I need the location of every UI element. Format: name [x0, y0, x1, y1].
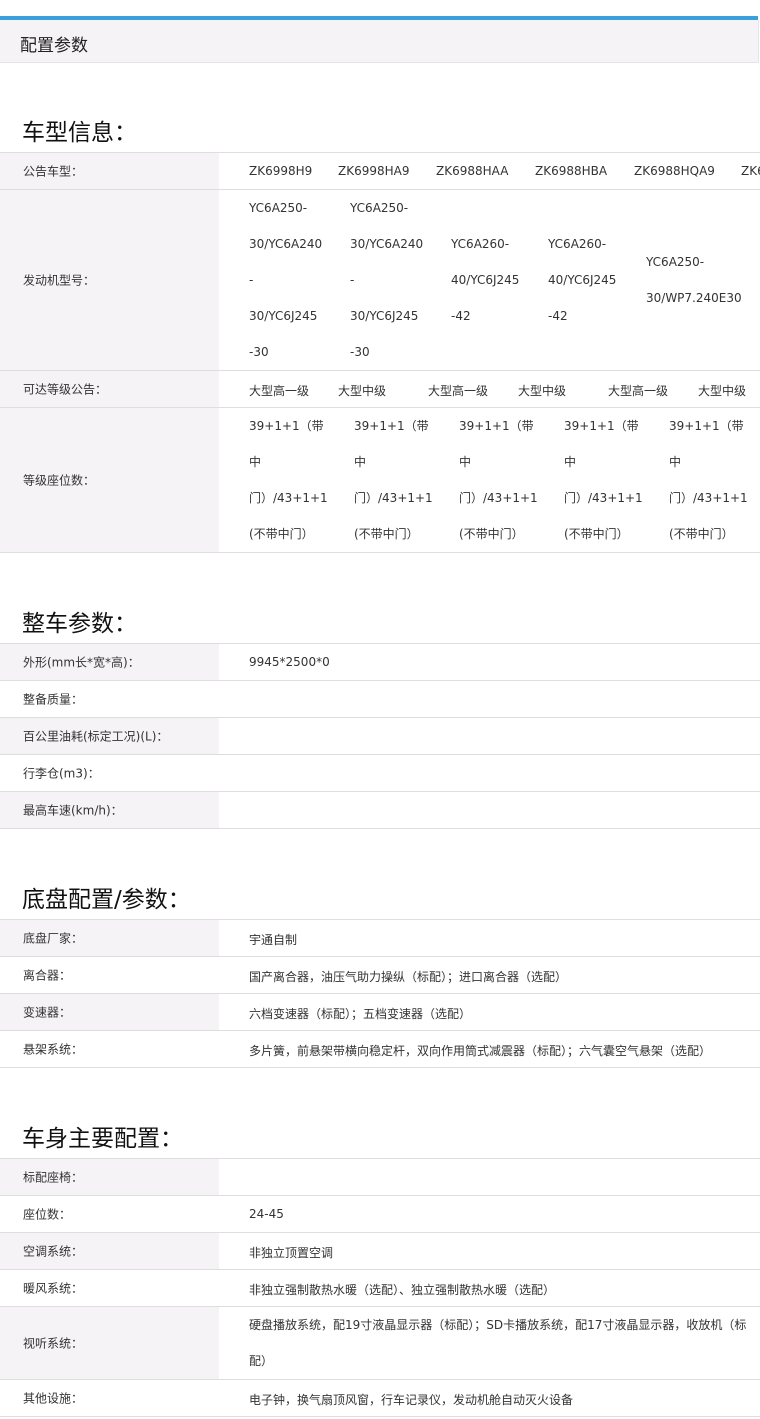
model-cell: ZK6988HBA — [535, 164, 608, 178]
row-label: 底盘厂家： — [0, 920, 219, 956]
section-title-vehicle-info: 车型信息： — [22, 120, 137, 146]
divider — [0, 552, 760, 553]
seat-cell: 39+1+1（带中门）/43+1+1 (不带中门） — [249, 419, 328, 541]
table-row: 底盘厂家： 宇通自制 — [0, 920, 760, 956]
table-row: 座位数： 24-45 — [0, 1196, 760, 1232]
table-row: 变速器： 六档变速器（标配）；五档变速器（选配） — [0, 994, 760, 1030]
row-label: 外形(mm长*宽*高)： — [0, 644, 219, 680]
row-label: 最高车速(km/h)： — [0, 792, 219, 828]
row-label: 视听系统： — [0, 1307, 219, 1379]
engine-cell: YC6A260- 40/YC6J245 -42 — [451, 237, 520, 323]
row-label: 可达等级公告： — [0, 371, 219, 407]
row-value: 多片簧，前悬架带横向稳定杆，双向作用筒式减震器（标配）；六气囊空气悬架（选配） — [249, 1044, 712, 1058]
table-row: 其他设施： 电子钟，换气扇顶风窗，行车记录仪，发动机舱自动灭火设备 — [0, 1380, 760, 1416]
row-value: 电子钟，换气扇顶风窗，行车记录仪，发动机舱自动灭火设备 — [249, 1393, 574, 1407]
table-row: 离合器： 国产离合器，油压气助力操纵（标配）；进口离合器（选配） — [0, 957, 760, 993]
row-label: 座位数： — [0, 1196, 219, 1232]
model-cell: ZK6988HAA — [436, 164, 509, 178]
row-label: 其他设施： — [0, 1380, 219, 1416]
table-row-models: 公告车型： ZK6998H9 ZK6998HA9 ZK6988HAA ZK698… — [0, 153, 760, 189]
row-value: 宇通自制 — [249, 933, 298, 947]
engine-cell: YC6A250- 30/YC6A240-30/YC6J245 -30 — [249, 201, 323, 359]
table-row: 行李仓(m3)： — [0, 755, 760, 791]
row-label: 变速器： — [0, 994, 219, 1030]
table-row: 视听系统： 硬盘播放系统，配19寸液晶显示器（标配）；SD卡播放系统，配17寸液… — [0, 1307, 760, 1379]
divider — [0, 828, 760, 829]
table-row: 空调系统： 非独立顶置空调 — [0, 1233, 760, 1269]
grade-cell: 大型中级 — [698, 384, 747, 398]
table-row: 百公里油耗(标定工况)(L)： — [0, 718, 760, 754]
row-label: 空调系统： — [0, 1233, 219, 1269]
table-row: 整备质量： — [0, 681, 760, 717]
grade-cell: 大型中级 — [518, 384, 567, 398]
row-value: 24-45 — [249, 1207, 284, 1221]
row-value: 六档变速器（标配）；五档变速器（选配） — [249, 1007, 472, 1021]
engine-cell: YC6A250- 30/YC6A240-30/YC6J245 -30 — [350, 201, 424, 359]
config-tab-bar: 配置参数 — [0, 20, 759, 63]
row-value: 非独立强制散热水暖（选配）、独立强制散热水暖（选配） — [249, 1283, 556, 1297]
row-label: 离合器： — [0, 957, 219, 993]
table-row: 最高车速(km/h)： — [0, 792, 760, 828]
table-row-grades: 可达等级公告： 大型高一级 大型中级 大型高一级 大型中级 大型高一级 大型中级 — [0, 371, 760, 407]
seat-cell: 39+1+1（带中门）/43+1+1 (不带中门） — [564, 419, 643, 541]
row-value: 非独立顶置空调 — [249, 1246, 334, 1260]
table-row-seats: 等级座位数： 39+1+1（带中门）/43+1+1 (不带中门） 39+1+1（带… — [0, 408, 760, 552]
seat-cell: 39+1+1（带中门）/43+1+1 (不带中门） — [354, 419, 433, 541]
model-cell: ZK6998HA9 — [338, 164, 410, 178]
model-cell: ZK6988HQA9 — [634, 164, 715, 178]
engine-cell: YC6A260- 40/YC6J245 -42 — [548, 237, 617, 323]
row-value: 硬盘播放系统，配19寸液晶显示器（标配）；SD卡播放系统，配17寸液晶显示器，收… — [249, 1318, 747, 1368]
row-label: 行李仓(m3)： — [0, 755, 219, 791]
table-row: 悬架系统： 多片簧，前悬架带横向稳定杆，双向作用筒式减震器（标配）；六气囊空气悬… — [0, 1031, 760, 1067]
row-label: 整备质量： — [0, 681, 219, 717]
engine-cell: YC6A250- 30/WP7.240E30 — [646, 255, 742, 305]
divider — [0, 1067, 760, 1068]
page-title: 配置参数 — [20, 36, 88, 56]
row-label: 暖风系统： — [0, 1270, 219, 1306]
grade-cell: 大型中级 — [338, 384, 387, 398]
row-label: 公告车型： — [0, 153, 219, 189]
row-value: 9945*2500*0 — [249, 655, 330, 669]
table-row: 标配座椅： — [0, 1159, 760, 1195]
row-label: 等级座位数： — [0, 408, 219, 552]
section-title-whole-vehicle: 整车参数： — [22, 611, 137, 637]
grade-cell: 大型高一级 — [608, 384, 669, 398]
section-title-chassis: 底盘配置/参数： — [22, 887, 191, 913]
seat-cell: 39+1+1（带中门）/43+1+1 (不带中门） — [459, 419, 538, 541]
grade-cell: 大型高一级 — [428, 384, 489, 398]
table-row: 暖风系统： 非独立强制散热水暖（选配）、独立强制散热水暖（选配） — [0, 1270, 760, 1306]
divider — [0, 1416, 760, 1417]
table-row: 外形(mm长*宽*高)： 9945*2500*0 — [0, 644, 760, 680]
grade-cell: 大型高一级 — [249, 384, 310, 398]
row-value: 国产离合器，油压气助力操纵（标配）；进口离合器（选配） — [249, 970, 568, 984]
table-row-engines: 发动机型号： YC6A250- 30/YC6A240-30/YC6J245 -30 … — [0, 190, 760, 370]
row-label: 悬架系统： — [0, 1031, 219, 1067]
section-title-body: 车身主要配置： — [22, 1126, 183, 1152]
model-cell: ZK6 — [741, 164, 760, 178]
row-label: 发动机型号： — [0, 190, 219, 370]
row-label: 百公里油耗(标定工况)(L)： — [0, 718, 219, 754]
row-label: 标配座椅： — [0, 1159, 219, 1195]
model-cell: ZK6998H9 — [249, 164, 313, 178]
seat-cell: 39+1+1（带中门）/43+1+1 (不带中门） — [669, 419, 748, 541]
